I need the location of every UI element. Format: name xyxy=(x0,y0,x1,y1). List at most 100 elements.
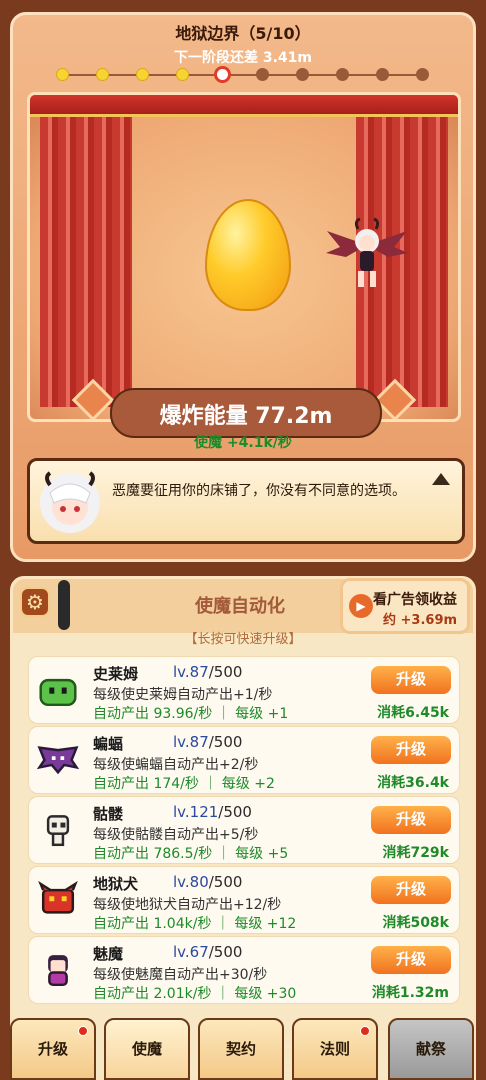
level-max: /500 xyxy=(208,873,243,891)
stage-title: 地狱边界（5/10） xyxy=(175,24,311,43)
minion-level: lv.87/500 xyxy=(173,663,242,681)
row-icon xyxy=(37,880,79,919)
nav-tab-label: 契约 xyxy=(225,1040,256,1058)
demon-girl-avatar-icon xyxy=(40,471,100,533)
watch-ad-label: 看广告领收益 xyxy=(373,592,457,608)
notification-dot xyxy=(360,1026,370,1036)
watch-ad-reward: 约 +3.69m xyxy=(383,613,458,628)
dialog-box[interactable]: 恶魔要征用你的床铺了，你没有不同意的选项。 xyxy=(27,458,465,544)
play-icon: ▶ xyxy=(349,594,373,618)
minion-desc: 每级使魅魔自动产出+30/秒 xyxy=(93,967,268,983)
collapse-arrow-icon[interactable] xyxy=(432,473,450,485)
energy-value: 爆炸能量 77.2m xyxy=(159,404,333,429)
minion-stats: 自动产出 786.5/秒 ｜ 每级 +5 xyxy=(93,846,289,862)
row-icon xyxy=(37,671,79,709)
level-current: lv.87 xyxy=(173,733,209,751)
golden-egg[interactable] xyxy=(205,199,291,311)
automation-row: 魅魔 lv.67/500 每级使魅魔自动产出+30/秒自动产出 2.01k/秒 ｜ … xyxy=(28,936,460,1004)
gear-icon[interactable]: ⚙ xyxy=(20,587,50,617)
stage-progress-dot xyxy=(256,68,269,81)
level-max: /500 xyxy=(218,803,252,821)
upgrade-cost: 消耗1.32m xyxy=(371,985,449,1001)
stage-progress-dot xyxy=(56,68,69,81)
automation-row: 蝙蝠 lv.87/500 每级使蝙蝠自动产出+2/秒 自动产出 174/秒 ｜ 每级 … xyxy=(28,726,460,794)
minion-stats: 自动产出 93.96/秒 ｜ 每级 +1 xyxy=(93,706,289,722)
bat-icon xyxy=(36,746,80,775)
upgrade-cost: 消耗36.4k xyxy=(377,775,449,791)
nav-tab[interactable]: 使魔 xyxy=(104,1018,190,1080)
stage-progress-dot xyxy=(96,68,109,81)
hellhound-icon xyxy=(38,880,78,914)
stage-scene: +94+174+786+1.04k+2.01k xyxy=(27,92,461,422)
stage-progress-dot xyxy=(176,68,189,81)
minion-level: lv.67/500 xyxy=(173,943,242,961)
minion-name: 地狱犬 xyxy=(93,875,139,893)
slime-icon xyxy=(39,678,77,707)
upgrade-cost: 消耗508k xyxy=(382,915,449,931)
row-icon xyxy=(36,741,80,779)
succubus-icon xyxy=(48,955,68,987)
minion-name: 骷髅 xyxy=(93,805,124,823)
minion-stats: 自动产出 1.04k/秒 ｜ 每级 +12 xyxy=(93,916,297,932)
stage-progress-dot xyxy=(136,68,149,81)
minion-desc: 每级使史莱姆自动产出+1/秒 xyxy=(93,687,273,703)
minion-name: 魅魔 xyxy=(93,945,124,963)
notification-dot xyxy=(78,1026,88,1036)
stage-progress-dot xyxy=(214,66,231,83)
level-current: lv.87 xyxy=(173,663,209,681)
curtain-valance xyxy=(30,95,458,117)
automation-row: 骷髅 lv.121/500 每级使骷髅自动产出+5/秒自动产出 786.5/秒 ｜ … xyxy=(28,796,460,864)
minion-level: lv.121/500 xyxy=(173,803,252,821)
level-current: lv.67 xyxy=(173,943,209,961)
minion-name: 史莱姆 xyxy=(93,665,139,683)
minion-desc: 每级使地狱犬自动产出+12/秒 xyxy=(93,897,282,913)
upgrade-cost: 消耗729k xyxy=(382,845,449,861)
long-press-hint: 【长按可快速升级】 xyxy=(184,632,302,647)
demon-girl-icon xyxy=(326,217,408,287)
minion-level: lv.87/500 xyxy=(173,733,242,751)
minion-level: lv.80/500 xyxy=(173,873,242,891)
level-max: /500 xyxy=(208,733,243,751)
level-current: lv.80 xyxy=(173,873,209,891)
minion-desc: 每级使骷髅自动产出+5/秒 xyxy=(93,827,259,843)
upgrade-button[interactable]: 升级 xyxy=(371,806,451,834)
curtain-left xyxy=(40,117,132,407)
row-icon xyxy=(37,951,79,989)
upgrade-button[interactable]: 升级 xyxy=(371,666,451,694)
nav-tab[interactable]: 升级 xyxy=(10,1018,96,1080)
level-max: /500 xyxy=(208,663,243,681)
row-icon xyxy=(37,811,79,849)
dialog-text: 恶魔要征用你的床铺了，你没有不同意的选项。 xyxy=(112,483,406,499)
stage-progress-dot xyxy=(336,68,349,81)
watch-ad-button[interactable]: ▶ 看广告领收益 约 +3.69m xyxy=(340,578,470,634)
upgrade-button[interactable]: 升级 xyxy=(371,736,451,764)
minion-rate: 使魔 +4.1k/秒 xyxy=(194,435,292,451)
nav-tab-label: 献祭 xyxy=(415,1040,446,1058)
minion-name: 蝙蝠 xyxy=(93,735,124,753)
nav-tab-label: 升级 xyxy=(37,1040,68,1058)
skeleton-icon xyxy=(46,815,70,847)
upgrade-button[interactable]: 升级 xyxy=(371,876,451,904)
stage-progress-dot xyxy=(376,68,389,81)
nav-tab[interactable]: 法则 xyxy=(292,1018,378,1080)
upgrade-cost: 消耗6.45k xyxy=(377,705,449,721)
automation-title: 使魔自动化 xyxy=(195,596,285,617)
level-current: lv.121 xyxy=(173,803,219,821)
bottom-nav: 升级 使魔 契约 法则 献祭 xyxy=(0,1014,486,1080)
stage-progress-track xyxy=(62,74,424,76)
nav-tab[interactable]: 献祭 xyxy=(388,1018,474,1080)
minion-desc: 每级使蝙蝠自动产出+2/秒 xyxy=(93,757,259,773)
upgrade-button[interactable]: 升级 xyxy=(371,946,451,974)
nav-tab[interactable]: 契约 xyxy=(198,1018,284,1080)
level-max: /500 xyxy=(208,943,243,961)
automation-row: 史莱姆 lv.87/500 每级使史莱姆自动产出+1/秒 自动产出 93.96/秒 ｜… xyxy=(28,656,460,724)
hook-decoration xyxy=(58,580,70,630)
nav-tab-label: 使魔 xyxy=(131,1040,162,1058)
minion-stats: 自动产出 2.01k/秒 ｜ 每级 +30 xyxy=(93,986,297,1002)
next-stage-remaining: 下一阶段还差 3.41m xyxy=(173,50,312,66)
nav-tab-label: 法则 xyxy=(319,1040,350,1058)
minion-stats: 自动产出 174/秒 ｜ 每级 +2 xyxy=(93,776,275,792)
automation-row: 地狱犬 lv.80/500 每级使地狱犬自动产出+12/秒 自动产出 1.04k/秒 … xyxy=(28,866,460,934)
stage-progress-dot xyxy=(416,68,429,81)
stage-progress-dot xyxy=(296,68,309,81)
